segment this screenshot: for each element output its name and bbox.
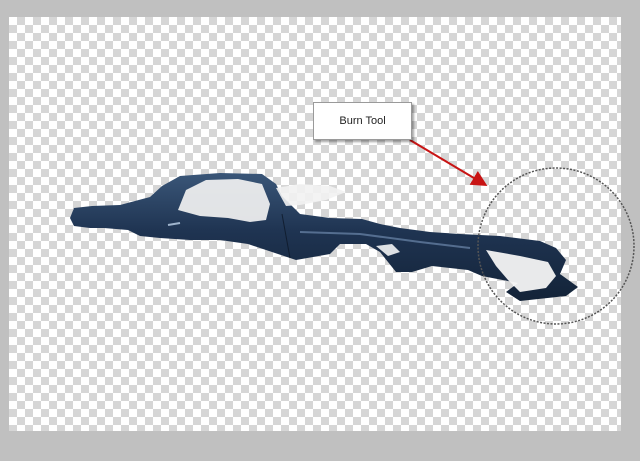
callout-label: Burn Tool [339, 115, 386, 127]
transparent-canvas[interactable] [9, 17, 621, 431]
burn-tool-callout: Burn Tool [313, 102, 412, 140]
photoshop-workspace: Burn Tool [0, 0, 640, 461]
